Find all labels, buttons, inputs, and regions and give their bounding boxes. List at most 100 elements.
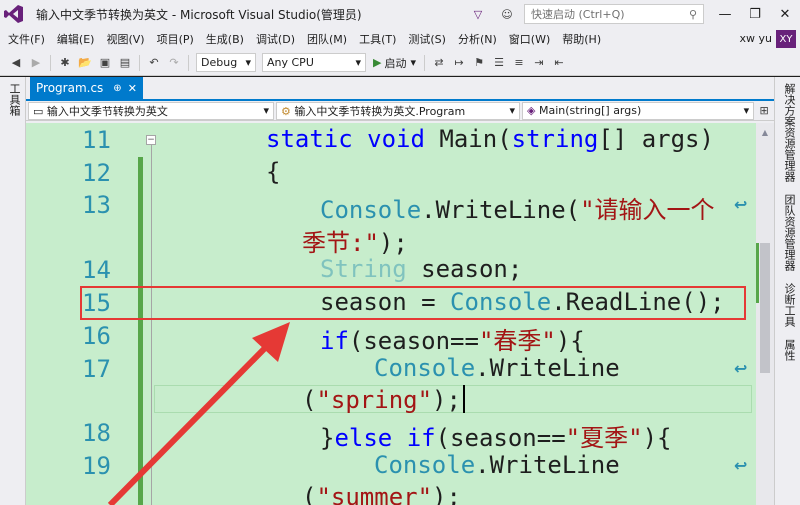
quick-launch-placeholder: 快速启动 (Ctrl+Q) <box>531 8 625 21</box>
menu-build[interactable]: 生成(B) <box>200 31 250 47</box>
code-line: static void Main(string[] args) <box>266 125 714 153</box>
menu-team[interactable]: 团队(M) <box>301 31 353 47</box>
code-line: Console.WriteLine("请输入一个 <box>320 196 715 224</box>
configuration-value: Debug <box>201 56 238 69</box>
code-line: if(season=="春季"){ <box>320 327 585 355</box>
code-line: { <box>266 158 281 186</box>
visual-studio-logo-icon <box>0 0 28 28</box>
code-line: Console.WriteLine <box>374 451 620 479</box>
line-number: 16 <box>82 322 111 350</box>
filter-icon[interactable]: ▽ <box>469 5 487 23</box>
line-number: 18 <box>82 419 111 447</box>
solution-explorer-tab[interactable]: 解决方案资源管理器 <box>781 77 797 188</box>
line-number: 19 <box>82 452 111 480</box>
menu-analyze[interactable]: 分析(N) <box>452 31 503 47</box>
code-line-wrapped: ("spring"); <box>302 386 461 414</box>
document-tab-strip: Program.cs ⊕ ✕ <box>26 77 774 101</box>
menu-tools[interactable]: 工具(T) <box>353 31 402 47</box>
menu-edit[interactable]: 编辑(E) <box>51 31 101 47</box>
class-name: ⚙ 输入中文季节转换为英文.Program <box>281 104 466 118</box>
standard-toolbar: ◀ ▶ ✱ 📂 ▣ ▤ ↶ ↷ Debug ▾ Any CPU ▾ ▶ 启动 ▾… <box>0 50 800 76</box>
scrollbar-thumb[interactable] <box>760 243 770 373</box>
text-caret <box>463 385 465 413</box>
project-dropdown[interactable]: ▭ 输入中文季节转换为英文 ▾ <box>28 101 274 120</box>
chevron-down-icon: ▾ <box>410 56 416 69</box>
play-icon: ▶ <box>373 56 382 69</box>
chevron-down-icon: ▾ <box>509 104 516 117</box>
toolbox-strip: 工具箱 <box>0 77 26 505</box>
code-editor[interactable]: 11 12 13 14 15 16 17 18 19 − static void… <box>26 123 774 505</box>
uncomment-icon[interactable]: ≡ <box>510 54 528 72</box>
line-number: 11 <box>82 126 111 154</box>
minimize-button[interactable]: — <box>710 0 740 28</box>
close-tab-icon[interactable]: ✕ <box>128 82 137 95</box>
class-dropdown[interactable]: ⚙ 输入中文季节转换为英文.Program ▾ <box>276 101 521 120</box>
save-all-icon[interactable]: ▤ <box>116 54 134 72</box>
toolbar-separator <box>424 54 425 71</box>
window-title: 输入中文季节转换为英文 - Microsoft Visual Studio(管理… <box>36 7 362 22</box>
method-icon: ◈ <box>527 104 539 117</box>
line-number: 12 <box>82 159 111 187</box>
menu-help[interactable]: 帮助(H) <box>556 31 607 47</box>
new-project-icon[interactable]: ✱ <box>56 54 74 72</box>
toolbar-separator <box>139 54 140 71</box>
vertical-scrollbar[interactable]: ▲ <box>756 123 774 505</box>
step-icon[interactable]: ↦ <box>450 54 468 72</box>
feedback-icon[interactable]: ☺ <box>498 5 516 23</box>
project-name: ▭ 输入中文季节转换为英文 <box>33 104 168 118</box>
collapse-icon[interactable]: − <box>146 135 156 145</box>
toolbar-separator <box>188 54 189 71</box>
outline-guide <box>151 145 152 505</box>
split-window-icon[interactable]: ⊞ <box>755 102 773 120</box>
menu-file[interactable]: 文件(F) <box>2 31 51 47</box>
bookmark-icon[interactable]: ⚑ <box>470 54 488 72</box>
code-line: }else if(season=="夏季"){ <box>320 424 672 452</box>
back-icon[interactable]: ◀ <box>7 54 25 72</box>
menu-view[interactable]: 视图(V) <box>100 31 150 47</box>
chevron-down-icon: ▾ <box>263 104 269 117</box>
word-wrap-icon: ↩ <box>734 456 748 475</box>
pin-icon[interactable]: ⊕ <box>113 83 121 94</box>
member-dropdown[interactable]: ◈ Main(string[] args) ▾ <box>522 101 755 120</box>
member-name: ◈ Main(string[] args) <box>527 104 642 117</box>
menu-project[interactable]: 项目(P) <box>151 31 200 47</box>
browser-link-icon[interactable]: ⇄ <box>430 54 448 72</box>
search-icon: ⚲ <box>688 7 697 21</box>
menu-debug[interactable]: 调试(D) <box>250 31 301 47</box>
start-label: 启动 <box>384 56 407 70</box>
diagnostic-tools-tab[interactable]: 诊断工具 <box>781 277 797 333</box>
menu-window[interactable]: 窗口(W) <box>503 31 556 47</box>
chevron-down-icon: ▾ <box>245 56 251 69</box>
close-button[interactable]: ✕ <box>770 0 800 28</box>
restore-button[interactable]: ❐ <box>740 0 770 28</box>
outdent-icon[interactable]: ⇤ <box>550 54 568 72</box>
scroll-up-icon[interactable]: ▲ <box>756 123 774 141</box>
forward-icon[interactable]: ▶ <box>27 54 45 72</box>
undo-icon[interactable]: ↶ <box>145 54 163 72</box>
navigation-bar: ▭ 输入中文季节转换为英文 ▾ ⚙ 输入中文季节转换为英文.Program ▾ … <box>26 101 774 121</box>
toolbar-separator <box>50 54 51 71</box>
toolbox-tab[interactable]: 工具箱 <box>6 77 22 122</box>
redo-icon[interactable]: ↷ <box>165 54 183 72</box>
menu-bar: 文件(F) 编辑(E) 视图(V) 项目(P) 生成(B) 调试(D) 团队(M… <box>0 28 800 50</box>
quick-launch-input[interactable]: 快速启动 (Ctrl+Q) ⚲ <box>524 4 704 24</box>
start-button[interactable]: ▶ 启动 ▾ <box>373 55 416 71</box>
save-icon[interactable]: ▣ <box>96 54 114 72</box>
line-number: 17 <box>82 355 111 383</box>
code-line: Console.WriteLine <box>374 354 620 382</box>
properties-tab[interactable]: 属性 <box>781 333 797 367</box>
open-file-icon[interactable]: 📂 <box>76 54 94 72</box>
platform-dropdown[interactable]: Any CPU ▾ <box>262 53 366 72</box>
menu-test[interactable]: 测试(S) <box>402 31 452 47</box>
avatar[interactable]: XY <box>776 30 796 48</box>
tab-label: Program.cs <box>36 81 104 95</box>
chevron-down-icon: ▾ <box>355 56 361 69</box>
tab-program-cs[interactable]: Program.cs ⊕ ✕ <box>30 77 143 99</box>
user-name[interactable]: xw yu <box>740 32 772 45</box>
platform-value: Any CPU <box>267 56 314 69</box>
configuration-dropdown[interactable]: Debug ▾ <box>196 53 256 72</box>
change-marker <box>756 243 759 303</box>
comment-icon[interactable]: ☰ <box>490 54 508 72</box>
team-explorer-tab[interactable]: 团队资源管理器 <box>781 188 797 277</box>
indent-icon[interactable]: ⇥ <box>530 54 548 72</box>
